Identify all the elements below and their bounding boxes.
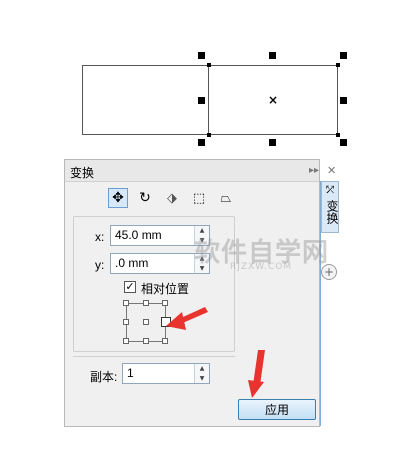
arrow-to-apply [253, 350, 265, 385]
arrow-head-apply [248, 380, 264, 398]
arrow-head-anchor [166, 312, 186, 330]
annotation-arrows [166, 307, 265, 398]
